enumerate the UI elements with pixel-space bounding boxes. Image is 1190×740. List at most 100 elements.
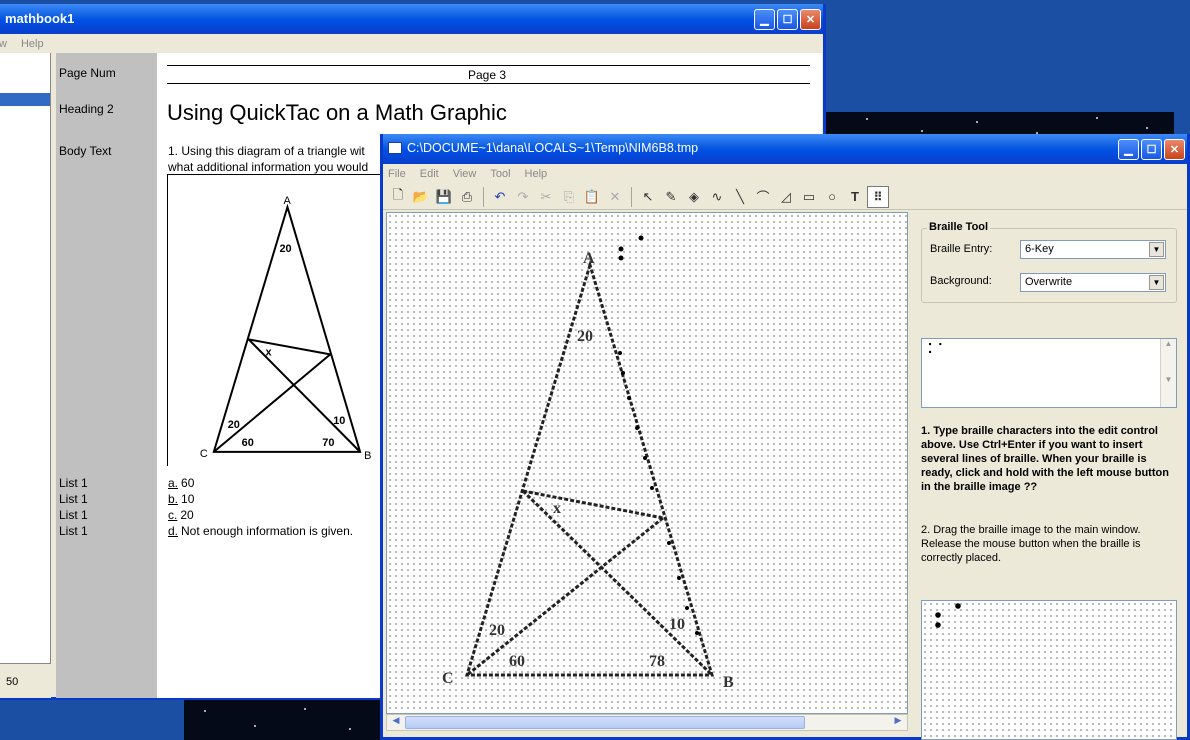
braille-edit-text: ⠅⠁ [927,342,948,358]
braille-triangle-lines [464,259,715,677]
fill-icon[interactable]: ◈ [683,186,705,208]
status-bar: 50 [0,663,51,698]
background-select[interactable]: Overwrite ▼ [1020,273,1166,292]
save-icon[interactable]: 💾 [433,186,455,208]
line-icon[interactable]: ╲ [729,186,751,208]
paste-icon[interactable]: 📋 [581,186,603,208]
vertex-label-c: C [200,448,208,460]
angle-label-x: x [266,346,272,358]
heading-text: Using QuickTac on a Math Graphic [167,100,507,125]
list-text: 20 [180,508,194,522]
close-button[interactable]: ✕ [1164,139,1185,160]
new-doc-icon[interactable]: 🗋 [387,186,409,208]
braille-vertex-c: C [442,670,454,687]
menu-file[interactable]: File [388,168,406,180]
page-header-rule-bottom [167,83,810,84]
edit-scrollbar[interactable]: ▲ ▼ [1160,339,1176,407]
undo-icon[interactable]: ↶ [489,186,511,208]
braille-angle-base-right: 78 [649,653,665,670]
braille-vertex-b: B [723,674,734,691]
list-letter: d. [168,524,179,538]
style-label-list: List 1 [59,492,88,506]
circle-icon[interactable]: ○ [821,186,843,208]
scroll-right-icon[interactable]: ▶ [890,715,906,730]
braille-dots [618,235,699,635]
close-icon: ✕ [805,14,816,26]
braille-entry-select[interactable]: 6-Key ▼ [1020,240,1166,259]
window-title: mathbook1 [5,11,75,26]
angle-label-base-left: 60 [242,437,254,449]
menu-help[interactable]: Help [525,168,548,180]
braille-entry-value: 6-Key [1025,243,1054,255]
status-value: 50 [6,676,19,688]
menu-view[interactable]: View [453,168,477,180]
instruction-1: 1. Type braille characters into the edit… [921,425,1169,493]
list-text: 10 [181,492,195,506]
minimize-icon: ▁ [1124,144,1133,156]
braille-tool-title: Braille Tool [927,221,991,233]
cut-icon[interactable]: ✂ [535,186,557,208]
selected-nav-item[interactable] [0,93,50,106]
chevron-down-icon[interactable]: ▼ [1149,275,1164,290]
braille-angle-right: 10 [669,616,685,633]
maximize-button[interactable]: ☐ [777,9,798,30]
minimize-button[interactable]: ▁ [754,9,775,30]
page-header-rule-top [167,65,810,66]
braille-icon[interactable]: ⠿ [867,185,889,208]
rectangle-icon[interactable]: ▭ [798,186,820,208]
braille-vertex-a: A [583,250,595,267]
preview-braille-dots [935,603,961,628]
scroll-thumb[interactable] [405,716,805,729]
angle-label-right: 10 [333,415,345,427]
braille-image-preview[interactable] [921,600,1177,740]
page-header: Page 3 [468,68,507,82]
list-item-c[interactable]: c. 20 [168,508,194,522]
angle-icon[interactable]: ◿ [775,186,797,208]
app-icon [388,142,402,154]
delete-icon[interactable]: ✕ [604,186,626,208]
menu-view[interactable]: w [0,38,7,50]
braille-entry-label: Braille Entry: [930,243,993,255]
maximize-button[interactable]: ☐ [1141,139,1162,160]
horizontal-scrollbar[interactable]: ◀ ▶ [386,714,908,731]
triangle-diagram[interactable]: A B C 20 x 20 10 60 70 [167,174,382,466]
close-button[interactable]: ✕ [800,9,821,30]
braille-angle-left: 20 [489,622,505,639]
print-icon[interactable]: ⎙ [456,186,478,208]
mathbook-titlebar[interactable]: mathbook1 ▁ ☐ ✕ [0,4,823,34]
minimize-icon: ▁ [760,14,769,26]
vertex-label-a: A [283,195,291,207]
list-item-d[interactable]: d. Not enough information is given. [168,524,353,538]
copy-icon[interactable]: ⎘ [558,186,580,208]
menu-help[interactable]: Help [21,38,44,50]
menu-tool[interactable]: Tool [490,168,510,180]
maximize-icon: ☐ [1146,144,1157,156]
chevron-down-icon[interactable]: ▼ [1149,242,1164,257]
style-label-list: List 1 [59,476,88,490]
close-icon: ✕ [1169,144,1180,156]
scroll-left-icon[interactable]: ◀ [388,715,404,730]
list-text: Not enough information is given. [181,524,354,538]
navigation-pane[interactable] [0,53,51,663]
list-item-b[interactable]: b. 10 [168,492,194,506]
menu-edit[interactable]: Edit [420,168,439,180]
quicktac-titlebar[interactable]: C:\DOCUME~1\dana\LOCALS~1\Temp\NIM6B8.tm… [383,134,1187,164]
redo-icon[interactable]: ↷ [512,186,534,208]
style-label-body: Body Text [59,144,112,158]
desktop-wallpaper-stars-bottom [184,700,384,740]
open-folder-icon[interactable]: 📂 [410,186,432,208]
braille-triangle-diagram[interactable]: A B C 20 x 20 10 60 78 [387,213,907,713]
freehand-icon[interactable]: ∿ [706,186,728,208]
minimize-button[interactable]: ▁ [1118,139,1139,160]
curve-icon[interactable]: ⌒ [752,186,774,208]
list-letter: a. [168,476,179,490]
eraser-icon[interactable]: ✎ [660,186,682,208]
list-letter: c. [168,508,178,522]
braille-angle-x: x [553,500,561,517]
list-item-a[interactable]: a. 60 [168,476,194,490]
vertex-label-b: B [364,450,371,462]
braille-edit-control[interactable]: ⠅⠁ ▲ ▼ [921,338,1177,408]
text-icon[interactable]: T [844,186,866,208]
list-text: 60 [181,476,195,490]
pointer-icon[interactable]: ↖ [637,186,659,208]
